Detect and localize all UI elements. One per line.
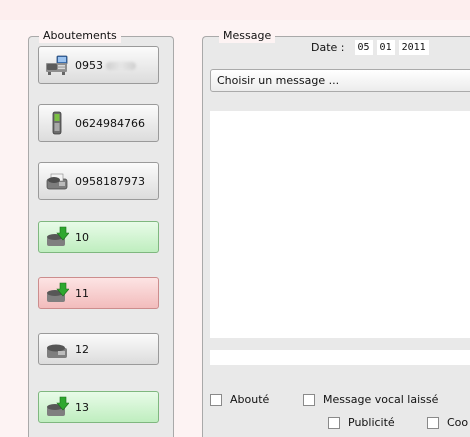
line-button-11[interactable]: 11: [38, 277, 159, 309]
phone-green-arrow-icon: [47, 282, 69, 302]
message-vocal-label: Message vocal laissé: [323, 393, 439, 406]
message-input-field[interactable]: [210, 350, 470, 365]
date-row: Date : 05 01 2011: [311, 40, 429, 55]
line-button-label: 0953: [75, 59, 136, 72]
message-vocal-checkbox[interactable]: Message vocal laissé: [303, 393, 438, 406]
window-background: [0, 0, 470, 20]
phone-icon: [47, 344, 67, 358]
phone-green-arrow-icon: [47, 226, 69, 246]
line-button-label: 0958187973: [75, 174, 145, 188]
coo-label: Coo: [447, 416, 469, 429]
publicite-label: Publicité: [348, 416, 395, 429]
aboutements-group: Aboutements 0953 0624984766 0958187973 1…: [28, 29, 174, 437]
aboute-checkbox[interactable]: Abouté: [210, 393, 269, 406]
aboutements-legend: Aboutements: [39, 29, 121, 43]
line-button-label: 11: [75, 286, 89, 300]
desk-phone-computer-icon: [46, 55, 68, 75]
line-button-0953[interactable]: 0953: [38, 46, 159, 84]
checkbox-box[interactable]: [427, 416, 439, 429]
checkbox-box[interactable]: [210, 393, 222, 406]
checkbox-box[interactable]: [328, 416, 340, 429]
line-button-10[interactable]: 10: [38, 221, 159, 253]
line-button-fax[interactable]: 0958187973: [38, 162, 159, 200]
line-button-13[interactable]: 13: [38, 391, 159, 423]
line-button-12[interactable]: 12: [38, 333, 159, 365]
date-day-field[interactable]: 05: [354, 40, 373, 55]
line-button-label: 0624984766: [75, 116, 145, 130]
message-select[interactable]: Choisir un message ...: [210, 69, 470, 92]
line-button-label: 12: [75, 342, 89, 356]
line-button-label: 13: [75, 400, 89, 414]
message-group: Message Date : 05 01 2011 Choisir un mes…: [202, 29, 470, 437]
line-button-label: 10: [75, 230, 89, 244]
redacted-number: [106, 61, 136, 70]
coo-checkbox[interactable]: Coo: [427, 416, 468, 429]
mobile-phone-icon: [52, 111, 62, 135]
publicite-checkbox[interactable]: Publicité: [328, 416, 395, 429]
message-text-area[interactable]: [210, 111, 470, 338]
fax-machine-icon: [46, 173, 68, 190]
aboute-label: Abouté: [230, 393, 270, 406]
date-month-field[interactable]: 01: [376, 40, 395, 55]
phone-green-arrow-icon: [47, 396, 69, 416]
line-button-mobile[interactable]: 0624984766: [38, 104, 159, 142]
checkbox-box[interactable]: [303, 393, 315, 406]
date-label: Date :: [311, 41, 345, 54]
message-legend: Message: [219, 29, 276, 43]
date-year-field[interactable]: 2011: [398, 40, 429, 55]
